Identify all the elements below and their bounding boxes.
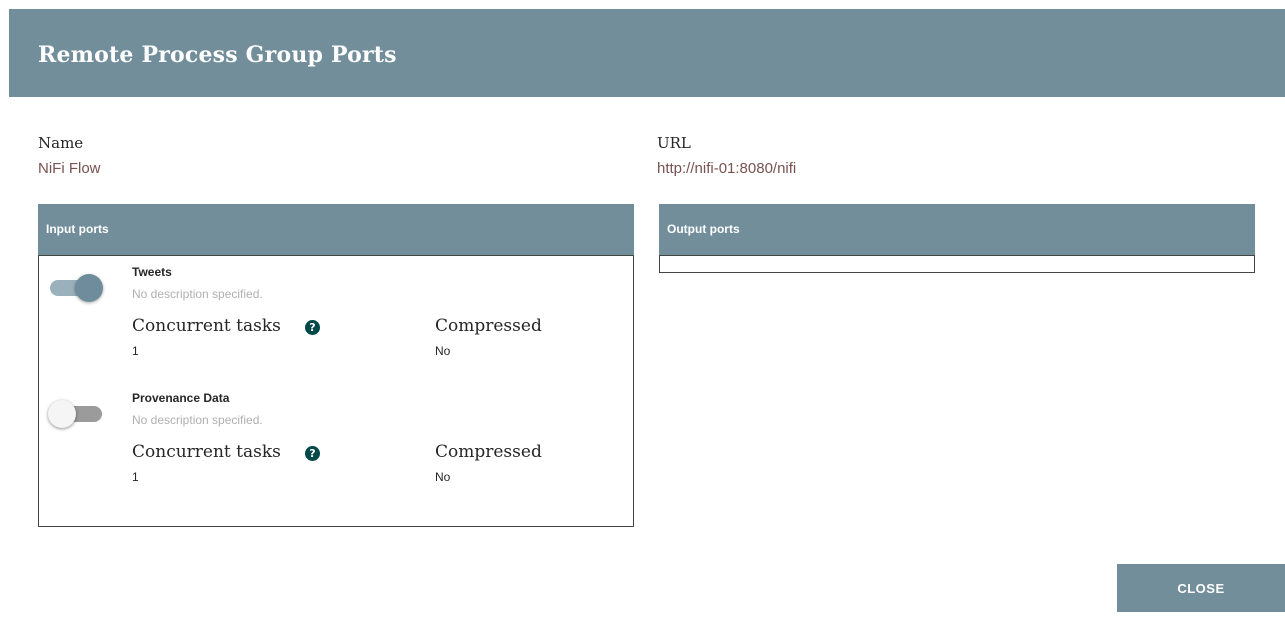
name-value: NiFi Flow <box>38 160 101 177</box>
port-description: No description specified. <box>132 287 263 301</box>
input-port-provenance-data: Provenance Data No description specified… <box>39 382 633 502</box>
compressed-value: No <box>435 344 451 358</box>
concurrent-tasks-label: Concurrent tasks <box>132 316 281 336</box>
compressed-label: Compressed <box>435 316 542 336</box>
input-ports-title: Input ports <box>46 222 109 236</box>
dialog-header: Remote Process Group Ports <box>9 9 1285 97</box>
port-transmission-toggle[interactable] <box>48 400 105 428</box>
port-description: No description specified. <box>132 413 263 427</box>
port-name: Provenance Data <box>132 391 230 405</box>
close-button[interactable]: CLOSE <box>1117 564 1285 612</box>
toggle-knob <box>75 274 103 302</box>
output-ports-header: Output ports <box>659 204 1255 256</box>
concurrent-tasks-label: Concurrent tasks <box>132 442 281 462</box>
input-ports-list: Tweets No description specified. Concurr… <box>38 255 634 527</box>
compressed-label: Compressed <box>435 442 542 462</box>
name-label: Name <box>38 134 84 152</box>
question-circle-icon[interactable]: ? <box>305 446 320 461</box>
remote-process-group-ports-dialog: Remote Process Group Ports Name NiFi Flo… <box>9 9 1285 621</box>
concurrent-tasks-value: 1 <box>132 470 139 484</box>
output-ports-list <box>659 255 1255 273</box>
dialog-title: Remote Process Group Ports <box>38 42 397 68</box>
input-ports-header: Input ports <box>38 204 634 256</box>
url-value: http://nifi-01:8080/nifi <box>657 160 797 177</box>
url-label: URL <box>657 134 691 152</box>
question-circle-icon[interactable]: ? <box>305 320 320 335</box>
port-name: Tweets <box>132 265 172 279</box>
toggle-knob <box>48 400 76 428</box>
concurrent-tasks-value: 1 <box>132 344 139 358</box>
input-port-tweets: Tweets No description specified. Concurr… <box>39 256 633 376</box>
compressed-value: No <box>435 470 451 484</box>
output-ports-title: Output ports <box>667 222 740 236</box>
port-transmission-toggle[interactable] <box>49 274 105 302</box>
